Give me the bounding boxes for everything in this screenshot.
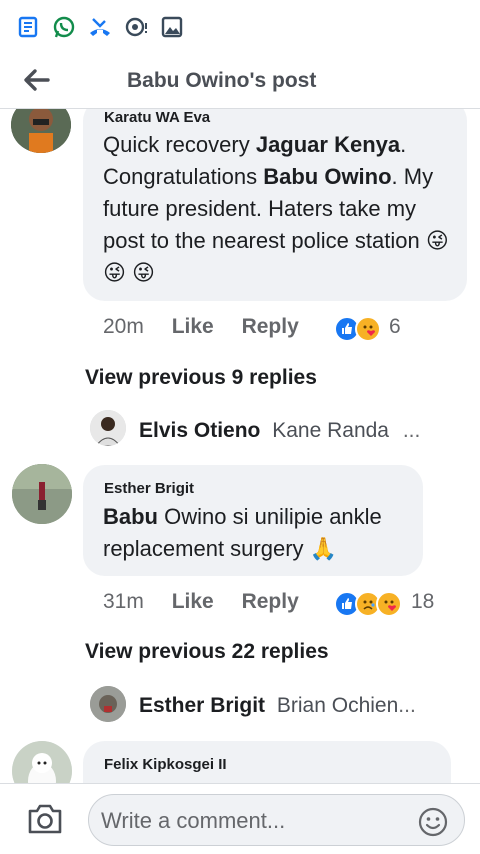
comment-text: Quick recovery Jaguar Kenya. Congratulat… [103,132,449,285]
comment-meta: 31m Like Reply [103,590,299,614]
reply-button[interactable]: Reply [242,590,299,613]
reply-more: ... [398,694,416,717]
chat-bubble-icon [124,15,148,39]
like-button[interactable]: Like [172,590,214,613]
avatar[interactable] [11,109,71,153]
whatsapp-icon [52,15,76,39]
reply-more: ... [402,419,421,442]
missed-call-icon [88,15,112,39]
reply-text: Brian Ochien [276,694,399,717]
view-previous-replies[interactable]: View previous 9 replies [85,366,317,390]
back-button[interactable] [18,62,54,98]
comment-meta: 20m Like Reply [103,315,299,339]
reply-text: Kane Randa [272,419,389,442]
reaction-count[interactable]: 18 [411,590,434,614]
latest-reply[interactable]: Esther Brigit Brian Ochien... [139,694,469,718]
comment-author[interactable]: Felix Kipkosgei II [104,756,227,773]
avatar[interactable] [12,741,72,784]
comment-field[interactable] [88,794,465,846]
status-bar [0,0,480,52]
comment-composer [0,783,480,854]
comment-time: 31m [103,590,144,613]
avatar[interactable] [90,410,126,446]
comment-input[interactable] [99,807,403,835]
news-icon [16,15,40,39]
gallery-icon [160,15,184,39]
page-title: Babu Owino's post [127,69,317,92]
care-reaction-icon[interactable] [376,591,402,617]
reply-author[interactable]: Elvis Otieno [139,419,260,442]
reaction-count[interactable]: 6 [389,315,401,339]
reply-button[interactable]: Reply [242,315,299,338]
comment-text: Babu Owino si unilipie ankle replacement… [103,504,382,561]
emoji-icon [418,807,448,837]
avatar[interactable] [12,464,72,524]
reply-author[interactable]: Esther Brigit [139,694,265,717]
like-button[interactable]: Like [172,315,214,338]
avatar[interactable] [90,686,126,722]
back-arrow-icon [24,69,50,91]
comment-author[interactable]: Karatu WA Eva [104,109,210,126]
camera-button[interactable] [26,802,64,836]
camera-icon [28,804,62,834]
emoji-button[interactable] [418,807,448,837]
comment-time: 20m [103,315,144,338]
view-previous-replies[interactable]: View previous 22 replies [85,640,329,664]
post-header: Babu Owino's post [0,52,480,109]
praying-hands-icon: 🙏 [309,536,338,561]
latest-reply[interactable]: Elvis Otieno Kane Randa ... [139,419,469,443]
comments-list[interactable]: Karatu WA Eva Quick recovery Jaguar Keny… [0,109,480,784]
care-reaction-icon[interactable] [355,316,381,342]
comment-author[interactable]: Esther Brigit [104,480,194,497]
